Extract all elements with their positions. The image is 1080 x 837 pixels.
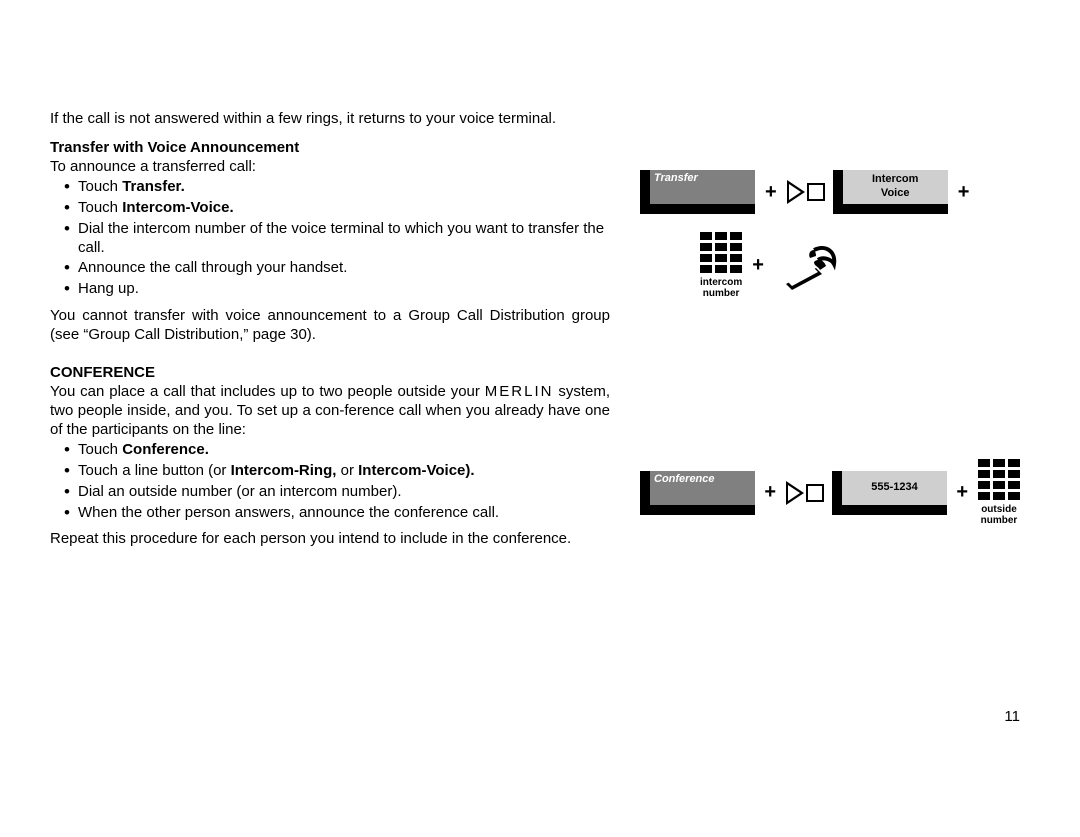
button-intercom-voice-icon: Intercom Voice: [833, 170, 948, 214]
bullet-dial-intercom: Dial the intercom number of the voice te…: [50, 220, 610, 258]
fig1-row2: intercom number +: [700, 232, 1020, 299]
handset-icon: [774, 236, 844, 296]
button-conference-icon: Conference: [640, 471, 754, 515]
bullet-touch-line-button: Touch a line button (or Intercom-Ring, o…: [50, 462, 610, 481]
select-glyph-icon: [786, 481, 824, 505]
main-text-column: If the call is not answered within a few…: [50, 110, 610, 549]
keypad-intercom-icon: intercom number: [700, 232, 742, 299]
section1-tail: You cannot transfer with voice announcem…: [50, 307, 610, 345]
bullet-touch-intercom-voice: Touch Intercom-Voice.: [50, 199, 610, 218]
keypad-outside-icon: outside number: [978, 459, 1020, 526]
bullet-touch-conference: Touch Conference.: [50, 441, 610, 460]
select-glyph-icon: [787, 180, 825, 204]
section2-lead: You can place a call that includes up to…: [50, 383, 610, 439]
heading-conference: CONFERENCE: [50, 364, 610, 383]
figure-column: Transfer + Intercom Voice: [640, 110, 1020, 549]
section2-bullet-list: Touch Conference. Touch a line button (o…: [50, 441, 610, 522]
bullet-announce-conference: When the other person answers, announce …: [50, 504, 610, 523]
fig2-row: Conference + 555-1234 +: [640, 459, 1020, 526]
bullet-hang-up: Hang up.: [50, 280, 610, 299]
bullet-touch-transfer: Touch Transfer.: [50, 178, 610, 197]
plus-icon: +: [956, 180, 972, 205]
section1-bullet-list: Touch Transfer. Touch Intercom-Voice. Di…: [50, 178, 610, 299]
bullet-announce-call: Announce the call through your handset.: [50, 259, 610, 278]
fig1-row1: Transfer + Intercom Voice: [640, 170, 1020, 214]
plus-icon: +: [954, 480, 970, 505]
heading-transfer-voice: Transfer with Voice Announcement: [50, 139, 610, 158]
intro-paragraph: If the call is not answered within a few…: [50, 110, 610, 129]
section1-lead: To announce a transferred call:: [50, 158, 610, 177]
button-dialed-number-icon: 555-1234: [832, 471, 946, 515]
button-transfer-icon: Transfer: [640, 170, 755, 214]
section2-tail: Repeat this procedure for each person yo…: [50, 530, 610, 549]
plus-icon: +: [762, 480, 778, 505]
bullet-dial-outside: Dial an outside number (or an intercom n…: [50, 483, 610, 502]
plus-icon: +: [750, 253, 766, 278]
page-number: 11: [1004, 708, 1020, 727]
plus-icon: +: [763, 180, 779, 205]
